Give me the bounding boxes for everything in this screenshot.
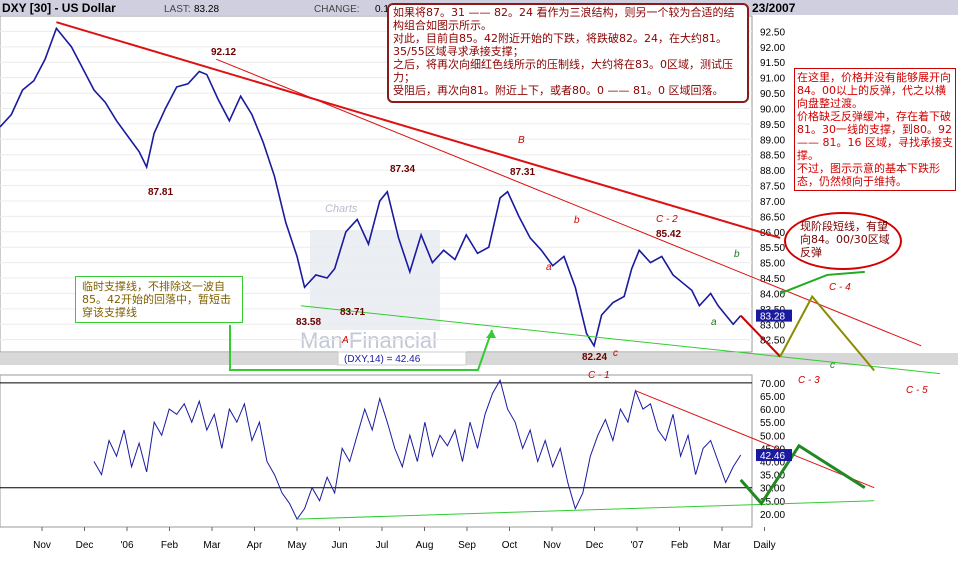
x-tick-label: Feb <box>161 540 179 551</box>
note-right-commentary: 在这里，价格并没有能够展开向84。00以上的反弹，代之以横向盘整过渡。 价格缺乏… <box>794 68 956 191</box>
last-rsi-tag: 42.46 <box>760 451 785 462</box>
main-y-tick-label: 91.00 <box>760 74 785 85</box>
x-tick-label: Aug <box>416 540 434 551</box>
main-y-tick-label: 87.00 <box>760 197 785 208</box>
x-tick-label: Mar <box>203 540 221 551</box>
header-symbol: DXY [30] - US Dollar <box>2 1 116 15</box>
header-change-label: CHANGE: <box>314 4 360 15</box>
x-tick-label: Nov <box>543 540 561 551</box>
main-y-tick-label: 89.50 <box>760 120 785 131</box>
price-label: 92.12 <box>211 47 236 58</box>
x-tick-label: Oct <box>502 540 518 551</box>
header-last-label: LAST: <box>164 4 191 15</box>
x-tick-label: Nov <box>33 540 51 551</box>
main-y-tick-label: 84.00 <box>760 289 785 300</box>
x-tick-label: May <box>288 540 307 551</box>
wave-label: A <box>341 335 349 346</box>
wave-label: C - 5 <box>906 385 928 396</box>
x-tick-label: Feb <box>671 540 689 551</box>
wave-label: c <box>613 348 618 359</box>
main-y-tick-label: 92.50 <box>760 27 785 38</box>
rsi-plot-frame <box>0 374 753 528</box>
price-label: 83.71 <box>340 307 365 318</box>
rsi-y-tick-label: 65.00 <box>760 392 785 403</box>
x-tick-label: Dec <box>76 540 94 551</box>
chart-root: DXY [30] - US Dollar LAST: 83.28 CHANGE: 0.1… <box>0 0 958 575</box>
rsi-trendline-resistance <box>635 390 875 489</box>
price-label: 85.42 <box>656 229 681 240</box>
watermark-logo <box>310 230 440 330</box>
note-short-term: 现阶段短线，有望向84。00/30区域反弹 <box>784 212 902 270</box>
x-tick-label: Jul <box>376 540 389 551</box>
wave-label: b <box>734 249 740 260</box>
note-support-line: 临时支撑线，不排除这一波自85。42开始的回落中，暂短击穿该支撑线 <box>75 276 243 323</box>
main-y-tick-label: 85.00 <box>760 259 785 270</box>
wave-label: C - 4 <box>829 282 851 293</box>
x-tick-label: '06 <box>120 540 133 551</box>
main-y-tick-label: 86.50 <box>760 212 785 223</box>
rsi-y-tick-label: 70.00 <box>760 379 785 390</box>
rsi-y-tick-label: 60.00 <box>760 405 785 416</box>
header-date: 23/2007 <box>752 1 796 15</box>
wave-label: a <box>711 317 717 328</box>
main-y-tick-label: 92.00 <box>760 43 785 54</box>
x-tick-label: Jun <box>331 540 347 551</box>
wave-label: C - 2 <box>656 214 678 225</box>
main-y-tick-label: 90.50 <box>760 89 785 100</box>
price-label: 87.81 <box>148 187 173 198</box>
wave-label: a <box>546 262 552 273</box>
x-tick-label: '07 <box>630 540 643 551</box>
wave-label: C - 1 <box>588 370 610 381</box>
main-y-tick-label: 89.00 <box>760 135 785 146</box>
rsi-series-line <box>93 378 742 521</box>
price-label: 82.24 <box>582 352 607 363</box>
rsi-trendline-support <box>297 500 875 520</box>
price-label: 83.58 <box>296 317 321 328</box>
wave-label: c <box>830 360 835 371</box>
panel-separator <box>0 353 958 365</box>
x-tick-label: Apr <box>247 540 263 551</box>
watermark-company: Man Financial <box>300 328 437 353</box>
main-y-tick-label: 91.50 <box>760 58 785 69</box>
x-tick-label: Sep <box>458 540 476 551</box>
price-label: 87.34 <box>390 164 415 175</box>
main-y-tick-label: 84.50 <box>760 274 785 285</box>
x-tick-label: Mar <box>713 540 731 551</box>
wave-label: b <box>574 215 580 226</box>
x-tick-label: Daily <box>753 540 775 551</box>
watermark-charts: Charts <box>325 203 358 215</box>
indicator-label: (DXY,14) = 42.46 <box>344 354 421 365</box>
main-y-tick-label: 88.50 <box>760 151 785 162</box>
header-last-value: 83.28 <box>194 4 219 15</box>
wave-label: C - 3 <box>798 375 820 386</box>
last-price-tag: 83.28 <box>760 312 785 323</box>
main-y-tick-label: 90.00 <box>760 104 785 115</box>
main-y-tick-label: 85.50 <box>760 243 785 254</box>
wave-label: B <box>518 135 525 146</box>
main-y-tick-label: 87.50 <box>760 182 785 193</box>
note-top-scenario: 如果将87。31 —— 82。24 看作为三浪结构，则另一个较为合适的结构组合如… <box>387 3 749 103</box>
rsi-y-tick-label: 55.00 <box>760 418 785 429</box>
forecast-green-path <box>779 270 865 295</box>
x-tick-label: Dec <box>586 540 604 551</box>
main-y-tick-label: 82.50 <box>760 336 785 347</box>
rsi-y-tick-label: 50.00 <box>760 431 785 442</box>
main-y-tick-label: 88.00 <box>760 166 785 177</box>
price-label: 87.31 <box>510 167 535 178</box>
rsi-y-tick-label: 20.00 <box>760 510 785 521</box>
